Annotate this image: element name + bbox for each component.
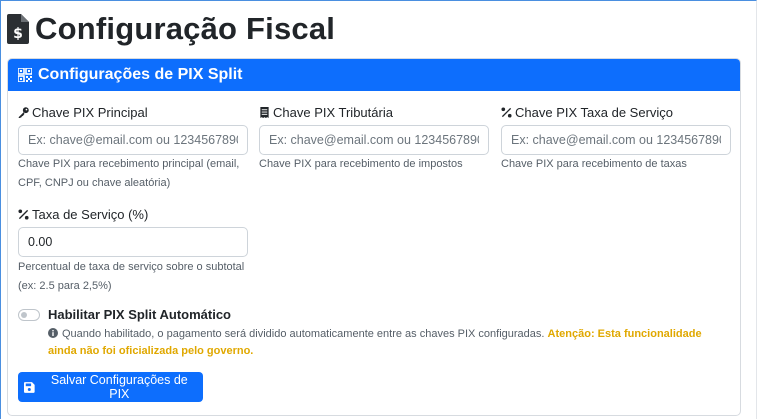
save-pix-settings-label: Salvar Configurações de PIX [50,373,188,401]
fee-key-help: Chave PIX para recebimento de taxas [501,158,687,170]
tax-key-help: Chave PIX para recebimento de impostos [259,158,463,170]
floppy-disk-icon [24,381,35,393]
tax-key-label: Chave PIX Tributária [259,104,393,120]
qrcode-icon [18,68,32,82]
file-invoice-dollar-icon: $ [7,14,29,44]
main-key-label: Chave PIX Principal [18,104,148,120]
fee-key-input[interactable] [501,125,731,155]
fee-rate-help-line2: (ex: 2.5 para 2,5%) [18,280,112,292]
main-key-input[interactable] [18,125,248,155]
percent-icon [18,208,29,220]
fee-rate-group: Taxa de Serviço (%) [18,206,148,222]
fee-key-label: Chave PIX Taxa de Serviço [501,104,673,120]
info-circle-icon [48,328,58,338]
save-pix-settings-button[interactable]: Salvar Configurações de PIX [18,372,203,402]
receipt-icon [260,106,269,118]
fee-rate-help-line1: Percentual de taxa de serviço sobre o su… [18,261,245,273]
auto-split-label: Habilitar PIX Split Automático [48,307,231,322]
tax-key-label-text: Chave PIX Tributária [273,104,393,120]
tax-key-input[interactable] [259,125,489,155]
tax-key-group: Chave PIX Tributária [259,104,393,120]
card-title: Configurações de PIX Split [38,66,243,83]
fee-rate-label-text: Taxa de Serviço (%) [32,206,149,222]
main-key-label-text: Chave PIX Principal [32,104,148,120]
fee-key-label-text: Chave PIX Taxa de Serviço [515,104,674,120]
auto-split-row: Habilitar PIX Split Automático [18,307,231,322]
auto-split-note: Quando habilitado, o pagamento será divi… [48,326,728,360]
main-key-group: Chave PIX Principal [18,104,148,120]
auto-split-note-text: Quando habilitado, o pagamento será divi… [62,328,545,340]
page-title: Configuração Fiscal [35,11,336,46]
key-icon [18,106,29,118]
percent-icon [501,106,512,118]
fee-rate-label: Taxa de Serviço (%) [18,206,148,222]
svg-text:$: $ [13,26,23,42]
fee-key-group: Chave PIX Taxa de Serviço [501,104,673,120]
page-header: $ Configuração Fiscal [7,10,335,48]
card-header: Configurações de PIX Split [8,59,740,91]
main-key-help: Chave PIX para recebimento principal (em… [18,158,240,189]
auto-split-toggle[interactable] [18,308,40,321]
fee-rate-help: Percentual de taxa de serviço sobre o su… [18,258,278,296]
fee-rate-input[interactable] [18,227,248,257]
